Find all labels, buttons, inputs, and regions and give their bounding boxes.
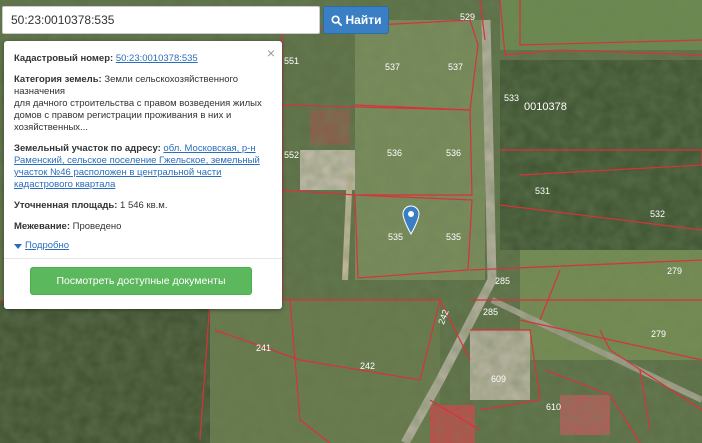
divider <box>4 258 282 259</box>
search-icon <box>330 14 342 26</box>
view-documents-button[interactable]: Посмотреть доступные документы <box>30 267 252 295</box>
parcel-label[interactable]: 552 <box>284 150 299 160</box>
survey-label: Межевание: <box>14 221 70 232</box>
cadastral-number-row: Кадастровый номер: 50:23:0010378:535 <box>14 53 272 65</box>
search-bar <box>2 6 320 34</box>
parcel-label[interactable]: 537 <box>385 62 400 72</box>
parcel-label[interactable]: 241 <box>256 343 271 353</box>
parcel-label[interactable]: 279 <box>651 329 666 339</box>
parcel-label[interactable]: 533 <box>504 93 519 103</box>
close-icon[interactable]: × <box>267 46 275 60</box>
area-row: Уточненная площадь: 1 546 кв.м. <box>14 200 272 212</box>
parcel-label[interactable]: 535 <box>446 232 461 242</box>
address-row: Земельный участок по адресу: обл. Москов… <box>14 143 272 191</box>
more-details-link[interactable]: Подробно <box>25 240 69 252</box>
more-details-toggle[interactable]: Подробно <box>14 240 272 252</box>
search-input[interactable] <box>3 7 319 33</box>
parcel-label[interactable]: 535 <box>388 232 403 242</box>
cadastral-number-label: Кадастровый номер: <box>14 53 114 64</box>
parcel-label[interactable]: 531 <box>535 186 550 196</box>
parcel-info-popup: × Кадастровый номер: 50:23:0010378:535 К… <box>4 41 282 309</box>
land-category-label: Категория земель: <box>14 74 102 85</box>
parcel-label[interactable]: 285 <box>483 307 498 317</box>
parcel-label[interactable]: 532 <box>650 209 665 219</box>
parcel-label[interactable]: 529 <box>460 12 475 22</box>
parcel-label[interactable]: 610 <box>546 402 561 412</box>
search-button-label: Найти <box>345 13 382 27</box>
address-label: Земельный участок по адресу: <box>14 143 161 154</box>
parcel-label[interactable]: 242 <box>360 361 375 371</box>
search-button[interactable]: Найти <box>323 6 389 34</box>
parcel-label[interactable]: 285 <box>495 276 510 286</box>
parcel-label[interactable]: 609 <box>491 374 506 384</box>
chevron-down-icon <box>14 243 22 249</box>
map-marker-icon[interactable] <box>402 205 420 235</box>
parcel-label[interactable]: 537 <box>448 62 463 72</box>
area-label: Уточненная площадь: <box>14 200 118 211</box>
parcel-label[interactable]: 279 <box>667 266 682 276</box>
parcel-label[interactable]: 536 <box>446 148 461 158</box>
cadastral-quarter-label: 0010378 <box>524 101 567 113</box>
parcel-label[interactable]: 536 <box>387 148 402 158</box>
cadastral-number-link[interactable]: 50:23:0010378:535 <box>116 53 198 64</box>
land-category-detail: для дачного строительства с правом возве… <box>14 98 262 133</box>
parcel-label[interactable]: 551 <box>284 56 299 66</box>
survey-row: Межевание: Проведено <box>14 221 272 233</box>
area-value: 1 546 кв.м. <box>120 200 168 211</box>
land-category-row: Категория земель: Земли сельскохозяйстве… <box>14 74 272 134</box>
survey-value: Проведено <box>72 221 122 232</box>
